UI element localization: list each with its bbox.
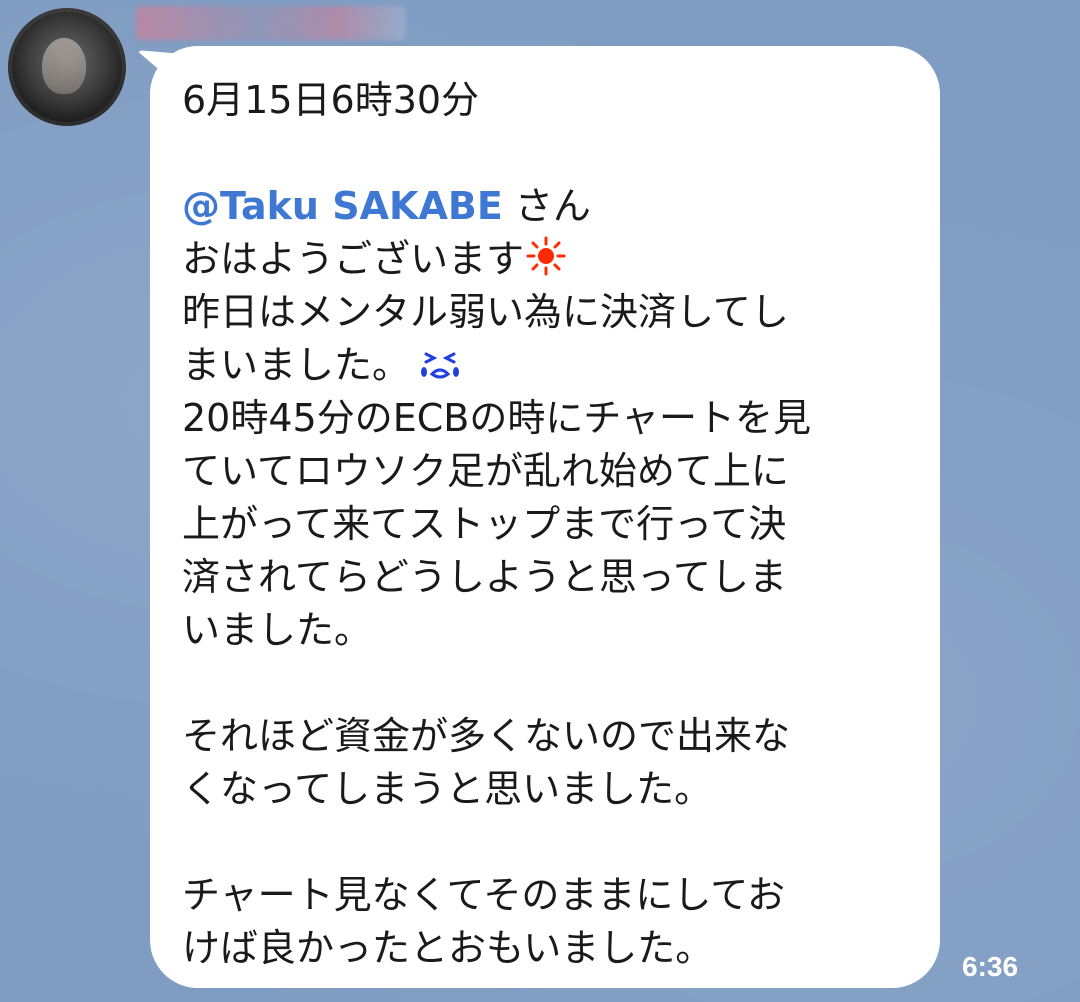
mention-line: @Taku SAKABE さん	[182, 180, 904, 233]
message-line: それほど資金が多くないので出来な	[182, 714, 791, 758]
greeting-text: おはようございます	[182, 237, 525, 281]
message-line: いました。	[182, 608, 373, 652]
sender-name	[136, 6, 406, 40]
message-date-line: 6月15日6時30分	[182, 78, 480, 122]
message-line: 昨日はメンタル弱い為に決済してし	[182, 290, 789, 334]
message-line: 済されてらどうしようと思ってしま	[182, 555, 787, 599]
message-line-text: まいました。	[182, 343, 411, 387]
message-line: 上がって来てストップまで行って決	[182, 502, 787, 546]
message-line: 20時45分のECBの時にチャートを見	[182, 396, 811, 440]
message-line-with-icon: まいました。	[182, 339, 904, 392]
message-line: けば良かったとおもいました。	[182, 926, 714, 970]
avatar-photo	[42, 38, 86, 94]
message-line: くなってしまうと思いました。	[182, 767, 713, 811]
crying-face-icon	[421, 352, 460, 379]
avatar[interactable]	[8, 8, 126, 126]
message-timestamp: 6:36	[962, 951, 1019, 982]
sun-icon	[526, 236, 566, 276]
message-line: チャート見なくてそのままにしてお	[182, 873, 786, 917]
sender-name-blurred	[136, 6, 406, 40]
mention-suffix: さん	[502, 184, 591, 228]
mention-link[interactable]: @Taku SAKABE	[182, 184, 503, 228]
greeting-line: おはようございます	[182, 233, 904, 286]
message-line: ていてロウソク足が乱れ始めて上に	[182, 449, 789, 493]
message-bubble[interactable]: 6月15日6時30分 @Taku SAKABE さん おはようございます 昨日は…	[150, 46, 940, 988]
